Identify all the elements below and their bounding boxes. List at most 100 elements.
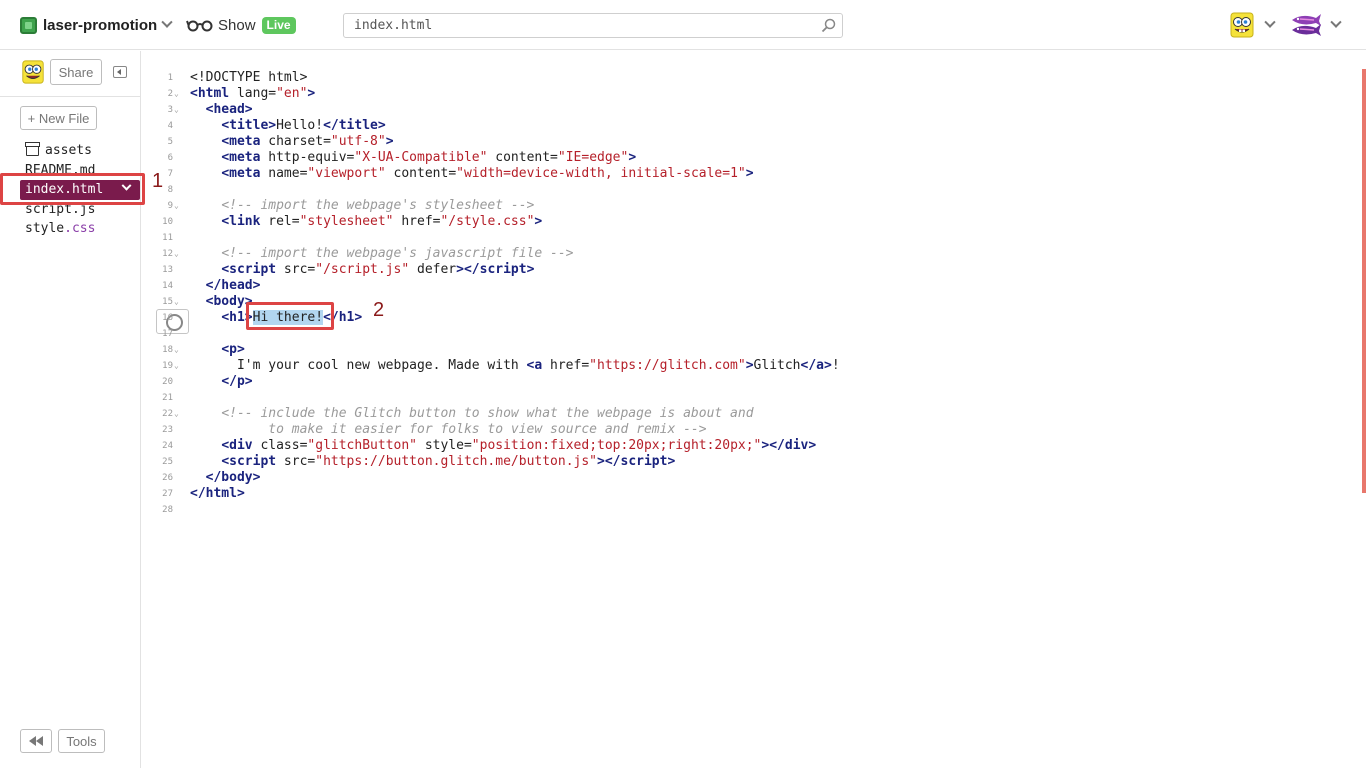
code-line: 5 <meta charset="utf-8"> xyxy=(141,134,1356,150)
code-text[interactable]: <p> xyxy=(190,342,244,358)
line-number: 22 xyxy=(162,409,173,419)
sidebar-footer: Tools xyxy=(0,728,140,768)
code-line: 19 I'm your cool new webpage. Made with … xyxy=(141,358,1356,374)
search-icon[interactable] xyxy=(821,18,836,33)
code-text[interactable]: <link rel="stylesheet" href="/style.css"… xyxy=(190,214,542,230)
fold-chevron-icon[interactable]: ⌄ xyxy=(174,342,179,358)
code-text[interactable]: </head> xyxy=(190,278,261,294)
fold-chevron-icon[interactable]: ⌄ xyxy=(174,246,179,262)
code-text[interactable]: I'm your cool new webpage. Made with <a … xyxy=(190,358,840,374)
line-number: 14 xyxy=(162,281,173,291)
code-area[interactable]: 1 <!DOCTYPE html> 2 <html lang="en"> ⌄ 3 <h… xyxy=(141,70,1356,518)
file-item-assets[interactable]: assets xyxy=(0,141,140,161)
fold-chevron-icon[interactable]: ⌄ xyxy=(174,86,179,102)
tools-button[interactable]: Tools xyxy=(58,729,105,753)
fold-chevron-icon[interactable]: ⌄ xyxy=(174,358,179,374)
annotation-box-2 xyxy=(246,302,334,330)
line-number: 5 xyxy=(167,137,173,147)
project-logo-icon xyxy=(20,16,37,34)
code-line: 21 xyxy=(141,390,1356,406)
collapse-sidebar-icon[interactable] xyxy=(113,66,127,78)
fold-chevron-icon[interactable]: ⌄ xyxy=(174,102,179,118)
project-menu[interactable]: laser-promotion xyxy=(20,15,173,35)
code-line: 23 to make it easier for folks to view s… xyxy=(141,422,1356,438)
code-text[interactable]: </p> xyxy=(190,374,252,390)
sidebar-header: Share xyxy=(0,51,140,97)
line-number: 2 xyxy=(167,89,173,99)
line-number: 24 xyxy=(162,441,173,451)
fold-chevron-icon[interactable]: ⌄ xyxy=(174,294,179,310)
code-line: 11 xyxy=(141,230,1356,246)
code-line: 25 <script src="https://button.glitch.me… xyxy=(141,454,1356,470)
user-avatar-menu[interactable] xyxy=(1228,11,1276,39)
code-line: 27 </html> xyxy=(141,486,1356,502)
new-file-button[interactable]: + New File xyxy=(20,106,97,130)
file-item-style-css[interactable]: style .css xyxy=(0,219,140,239)
line-number: 10 xyxy=(162,217,173,227)
code-line: 6 <meta http-equiv="X-UA-Compatible" con… xyxy=(141,150,1356,166)
chevron-down-icon xyxy=(1330,16,1342,28)
glasses-icon xyxy=(186,20,213,32)
code-text[interactable]: <script src="https://button.glitch.me/bu… xyxy=(190,454,675,470)
line-number: 28 xyxy=(162,505,173,515)
rewind-icon xyxy=(29,736,43,746)
line-number: 3 xyxy=(167,105,173,115)
annotation-label-1: 1 xyxy=(152,170,164,192)
code-line: 20 </p> xyxy=(141,374,1356,390)
show-button[interactable]: Show Live xyxy=(186,15,296,35)
code-text[interactable]: <meta http-equiv="X-UA-Compatible" conte… xyxy=(190,150,636,166)
code-text[interactable]: <!-- import the webpage's javascript fil… xyxy=(190,246,573,262)
code-text[interactable]: <body> xyxy=(190,294,253,310)
code-line: 7 <meta name="viewport" content="width=d… xyxy=(141,166,1356,182)
code-text[interactable]: <meta charset="utf-8"> xyxy=(190,134,393,150)
editor-scrollbar[interactable] xyxy=(1362,69,1366,493)
code-line: 24 <div class="glitchButton" style="posi… xyxy=(141,438,1356,454)
line-number: 23 xyxy=(162,425,173,435)
code-line: 22 <!-- include the Glitch button to sho… xyxy=(141,406,1356,422)
fold-chevron-icon[interactable]: ⌄ xyxy=(174,198,179,214)
code-text[interactable]: <meta name="viewport" content="width=dev… xyxy=(190,166,753,182)
line-number: 19 xyxy=(162,361,173,371)
line-number: 25 xyxy=(162,457,173,467)
file-name: assets xyxy=(45,143,92,159)
annotation-label-2: 2 xyxy=(373,299,385,321)
code-text[interactable]: <html lang="en"> xyxy=(190,86,315,102)
code-line: 4 <title>Hello!</title> xyxy=(141,118,1356,134)
code-text[interactable]: </body> xyxy=(190,470,261,486)
annotation-box-1 xyxy=(0,173,145,205)
code-text[interactable]: <script src="/script.js" defer></script> xyxy=(190,262,534,278)
rewind-button[interactable] xyxy=(20,729,52,753)
line-number: 12 xyxy=(162,249,173,259)
chevron-down-icon xyxy=(161,16,173,28)
code-text[interactable]: <!-- import the webpage's stylesheet --> xyxy=(190,198,534,214)
line-number: 20 xyxy=(162,377,173,387)
file-extension: .css xyxy=(64,221,96,237)
team-fish-icon xyxy=(1292,14,1321,36)
line-number: 13 xyxy=(162,265,173,275)
code-text[interactable]: </html> xyxy=(190,486,245,502)
code-text[interactable]: <!-- include the Glitch button to show w… xyxy=(190,406,753,422)
code-line: 12 <!-- import the webpage's javascript … xyxy=(141,246,1356,262)
line-number: 6 xyxy=(167,153,173,163)
team-avatar-menu[interactable] xyxy=(1290,11,1342,39)
code-text[interactable]: <head> xyxy=(190,102,253,118)
code-text[interactable]: <title>Hello!</title> xyxy=(190,118,385,134)
code-text[interactable]: to make it easier for folks to view sour… xyxy=(190,422,706,438)
code-text[interactable]: <!DOCTYPE html> xyxy=(190,70,307,86)
line-number: 18 xyxy=(162,345,173,355)
code-line: 10 <link rel="stylesheet" href="/style.c… xyxy=(141,214,1356,230)
line-number: 16 xyxy=(162,313,173,323)
line-number: 27 xyxy=(162,489,173,499)
code-line: 13 <script src="/script.js" defer></scri… xyxy=(141,262,1356,278)
share-button[interactable]: Share xyxy=(50,59,102,85)
line-number: 21 xyxy=(162,393,173,403)
archive-icon xyxy=(25,142,40,157)
search-input[interactable] xyxy=(344,14,814,37)
code-line: 9 <!-- import the webpage's stylesheet -… xyxy=(141,198,1356,214)
sidebar: Share + New File assets README.md index.… xyxy=(0,51,141,768)
user-avatar-icon[interactable] xyxy=(20,59,46,85)
fold-chevron-icon[interactable]: ⌄ xyxy=(174,406,179,422)
code-text[interactable]: <div class="glitchButton" style="positio… xyxy=(190,438,816,454)
user-avatar-icon xyxy=(1230,12,1254,38)
code-editor[interactable]: 1 <!DOCTYPE html> 2 <html lang="en"> ⌄ 3 <h… xyxy=(141,51,1366,768)
